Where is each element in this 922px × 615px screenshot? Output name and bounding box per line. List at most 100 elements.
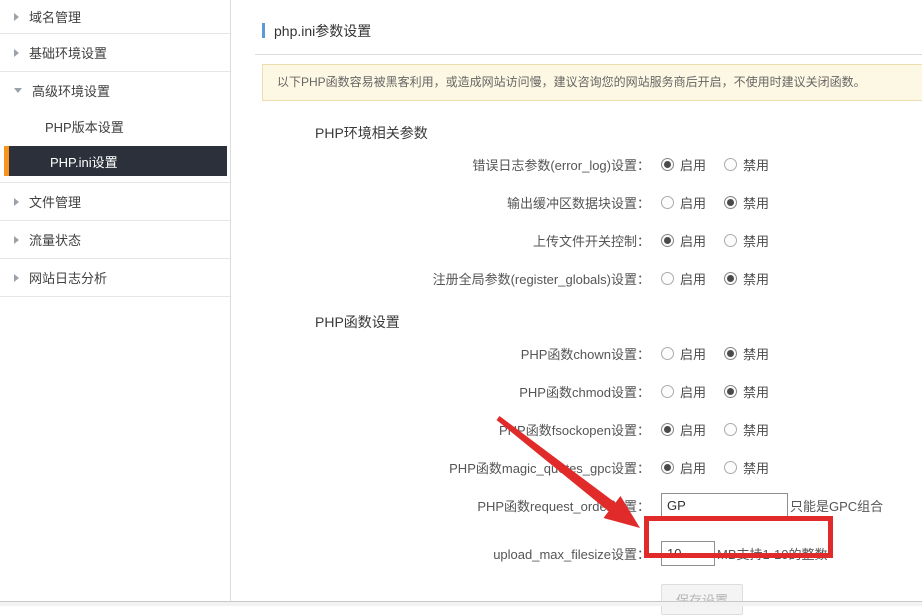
text-setting-row: PHP函数request_order设置： 只能是GPC组合 <box>231 492 922 518</box>
radio-disable-icon[interactable] <box>724 234 737 247</box>
page-bottom-divider <box>0 601 922 606</box>
radio-label: 禁用 <box>743 420 769 439</box>
sidebar-item-文件管理[interactable]: 文件管理 <box>0 183 230 220</box>
radio-option-disable[interactable]: 禁用 <box>724 344 769 363</box>
sidebar-group: 域名管理 <box>0 0 230 34</box>
input-group: MB支持1-10的整数 <box>661 541 828 566</box>
chevron-right-icon <box>14 198 19 206</box>
chevron-right-icon <box>14 49 19 57</box>
radio-disable-icon[interactable] <box>724 347 737 360</box>
radio-enable-icon[interactable] <box>661 423 674 436</box>
title-accent-bar <box>262 23 265 38</box>
radio-setting-row: PHP函数fsockopen设置： 启用 禁用 <box>231 417 922 441</box>
radio-option-enable[interactable]: 启用 <box>661 458 706 477</box>
sidebar-group: 基础环境设置 <box>0 34 230 72</box>
radio-enable-icon[interactable] <box>661 158 674 171</box>
radio-disable-icon[interactable] <box>724 461 737 474</box>
radio-group: 启用 禁用 <box>661 269 787 288</box>
sidebar-item-网站日志分析[interactable]: 网站日志分析 <box>0 259 230 296</box>
radio-option-enable[interactable]: 启用 <box>661 269 706 288</box>
main-content: php.ini参数设置 以下PHP函数容易被黑客利用，或造成网站访问慢，建议咨询… <box>231 0 922 601</box>
radio-disable-icon[interactable] <box>724 385 737 398</box>
radio-option-disable[interactable]: 禁用 <box>724 231 769 250</box>
radio-enable-icon[interactable] <box>661 385 674 398</box>
radio-label: 启用 <box>680 155 706 174</box>
radio-label: 禁用 <box>743 269 769 288</box>
radio-setting-row: 注册全局参数(register_globals)设置：启用禁用 <box>231 266 922 290</box>
radio-setting-row: 错误日志参数(error_log)设置： 启用 禁用 <box>231 152 922 176</box>
input-hint: 只能是GPC组合 <box>790 496 883 515</box>
radio-disable-icon[interactable] <box>724 158 737 171</box>
sidebar-item-域名管理[interactable]: 域名管理 <box>0 0 230 33</box>
radio-enable-icon[interactable] <box>661 272 674 285</box>
radio-disable-icon[interactable] <box>724 196 737 209</box>
sidebar-group: 高级环境设置 PHP版本设置PHP.ini设置 <box>0 72 230 183</box>
sidebar-item-高级环境设置[interactable]: 高级环境设置 <box>0 72 230 109</box>
sidebar-item-label: 高级环境设置 <box>32 81 110 100</box>
page-title-row: php.ini参数设置 <box>262 22 922 39</box>
radio-label: 禁用 <box>743 231 769 250</box>
title-divider <box>255 54 922 55</box>
radio-label: 启用 <box>680 344 706 363</box>
chevron-right-icon <box>14 13 19 21</box>
radio-disable-icon[interactable] <box>724 272 737 285</box>
setting-label: 上传文件开关控制： <box>231 231 650 250</box>
save-settings-button[interactable]: 保存设置 <box>661 584 743 615</box>
radio-option-enable[interactable]: 启用 <box>661 155 706 174</box>
radio-group: 启用 禁用 <box>661 344 787 363</box>
radio-option-enable[interactable]: 启用 <box>661 193 706 212</box>
setting-label: PHP函数chown设置： <box>231 344 650 363</box>
radio-group: 启用禁用 <box>661 193 787 212</box>
setting-label: 输出缓冲区数据块设置： <box>231 193 650 212</box>
sidebar-item-label: 流量状态 <box>29 230 81 249</box>
radio-label: 启用 <box>680 193 706 212</box>
sidebar-item-流量状态[interactable]: 流量状态 <box>0 221 230 258</box>
radio-setting-row: PHP函数chown设置： 启用 禁用 <box>231 341 922 365</box>
setting-label: PHP函数magic_quotes_gpc设置： <box>231 458 650 477</box>
radio-option-enable[interactable]: 启用 <box>661 382 706 401</box>
setting-label: PHP函数request_order设置： <box>231 496 650 515</box>
radio-label: 禁用 <box>743 155 769 174</box>
sidebar-group: 文件管理 <box>0 183 230 221</box>
input-hint: MB支持1-10的整数 <box>717 544 828 563</box>
radio-disable-icon[interactable] <box>724 423 737 436</box>
radio-option-disable[interactable]: 禁用 <box>724 155 769 174</box>
settings-form: PHP环境相关参数错误日志参数(error_log)设置：启用禁用输出缓冲区数据… <box>231 123 922 566</box>
radio-label: 启用 <box>680 420 706 439</box>
radio-enable-icon[interactable] <box>661 234 674 247</box>
setting-label: upload_max_filesize设置： <box>231 544 650 563</box>
upload-max-filesize-input[interactable] <box>661 541 715 566</box>
radio-label: 启用 <box>680 269 706 288</box>
radio-enable-icon[interactable] <box>661 461 674 474</box>
radio-option-enable[interactable]: 启用 <box>661 420 706 439</box>
radio-group: 启用 禁用 <box>661 155 787 174</box>
text-setting-row-highlighted: upload_max_filesize设置： MB支持1-10的整数 <box>231 540 922 566</box>
radio-option-disable[interactable]: 禁用 <box>724 382 769 401</box>
sidebar-subitem-PHP.ini设置[interactable]: PHP.ini设置 <box>4 146 227 176</box>
sidebar-subitem-PHP版本设置[interactable]: PHP版本设置 <box>0 109 230 143</box>
radio-label: 启用 <box>680 458 706 477</box>
radio-option-disable[interactable]: 禁用 <box>724 420 769 439</box>
radio-label: 禁用 <box>743 458 769 477</box>
section-heading: PHP函数设置 <box>315 312 922 330</box>
request-order-input[interactable] <box>661 493 788 518</box>
php-ini-settings-page: { "colors": { "accent_blue": "#5b9bd5", … <box>0 0 922 606</box>
radio-enable-icon[interactable] <box>661 196 674 209</box>
radio-group: 启用 禁用 <box>661 231 787 250</box>
radio-enable-icon[interactable] <box>661 347 674 360</box>
radio-option-enable[interactable]: 启用 <box>661 344 706 363</box>
setting-label: PHP函数fsockopen设置： <box>231 420 650 439</box>
radio-setting-row: 上传文件开关控制： 启用 禁用 <box>231 228 922 252</box>
radio-label: 禁用 <box>743 344 769 363</box>
warning-banner: 以下PHP函数容易被黑客利用，或造成网站访问慢，建议咨询您的网站服务商后开启，不… <box>262 64 922 101</box>
button-row: 保存设置 <box>661 584 922 615</box>
sidebar-group: 网站日志分析 <box>0 259 230 297</box>
radio-group: 启用 禁用 <box>661 420 787 439</box>
radio-option-enable[interactable]: 启用 <box>661 231 706 250</box>
radio-option-disable[interactable]: 禁用 <box>724 458 769 477</box>
radio-label: 禁用 <box>743 382 769 401</box>
radio-option-disable[interactable]: 禁用 <box>724 193 769 212</box>
setting-label: 错误日志参数(error_log)设置： <box>231 155 650 174</box>
radio-option-disable[interactable]: 禁用 <box>724 269 769 288</box>
sidebar-item-基础环境设置[interactable]: 基础环境设置 <box>0 34 230 71</box>
